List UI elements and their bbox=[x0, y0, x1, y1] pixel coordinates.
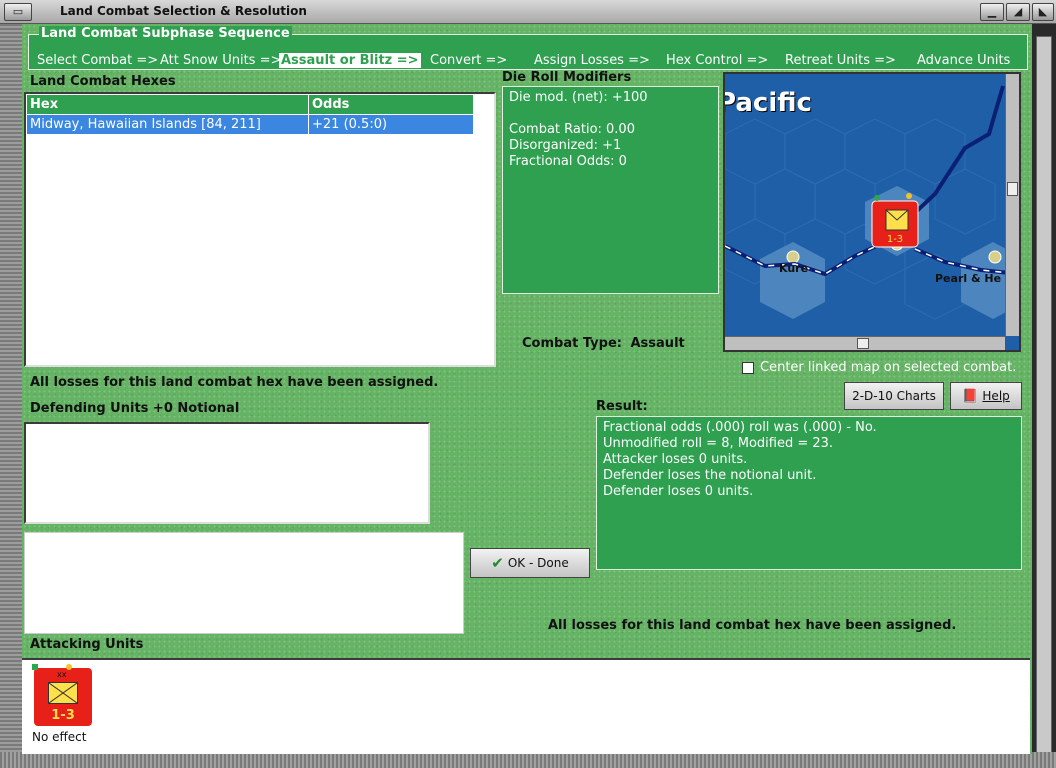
map-horizontal-scrollbar[interactable] bbox=[725, 336, 1005, 350]
unit-result-caption: No effect bbox=[32, 730, 87, 744]
seq-step-hex-control: Hex Control => bbox=[666, 53, 769, 68]
minimize-icon: ▁ bbox=[987, 5, 997, 18]
combat-hexes-table: Hex Odds Midway, Hawaiian Islands [84, 2… bbox=[26, 94, 474, 135]
modifier-line: Combat Ratio: 0.00 bbox=[509, 122, 635, 137]
attacking-units-list: xx 1-3 No effect bbox=[22, 658, 1030, 754]
window-frame-bottom bbox=[0, 752, 1056, 768]
center-map-option[interactable]: Center linked map on selected combat. bbox=[742, 360, 1016, 375]
combat-type-label: Combat Type: bbox=[522, 336, 622, 351]
center-map-checkbox[interactable] bbox=[742, 361, 754, 374]
unit-counter: xx 1-3 bbox=[34, 668, 92, 726]
losses-assigned-status-bottom: All losses for this land combat hex have… bbox=[548, 618, 957, 633]
subphase-sequence-title: Land Combat Subphase Sequence bbox=[39, 26, 292, 41]
map-place-kure: Kure bbox=[779, 262, 809, 275]
center-map-label: Center linked map on selected combat. bbox=[760, 360, 1017, 375]
help-button-label: Help bbox=[982, 389, 1010, 403]
window-title: Land Combat Selection & Resolution bbox=[60, 4, 307, 18]
column-header-odds[interactable]: Odds bbox=[308, 94, 474, 115]
result-line: Defender loses the notional unit. bbox=[603, 468, 817, 483]
combat-type: Combat Type: Assault bbox=[522, 336, 685, 351]
close-icon: ◣ bbox=[1038, 5, 1048, 18]
unit-supply-dot bbox=[66, 664, 72, 670]
die-roll-modifiers-title: Die Roll Modifiers bbox=[502, 70, 632, 85]
menu-icon: ▭ bbox=[12, 5, 24, 18]
maximize-button[interactable]: ◢ bbox=[1006, 3, 1030, 21]
map-vertical-thumb[interactable] bbox=[1007, 182, 1018, 196]
hex-cell[interactable]: Midway, Hawaiian Islands [84, 211] bbox=[26, 114, 309, 135]
defending-units-title: Defending Units +0 Notional bbox=[30, 401, 240, 416]
defending-units-list bbox=[24, 422, 430, 524]
seq-step-convert: Convert => bbox=[430, 53, 508, 68]
result-panel: Fractional odds (.000) roll was (.000) -… bbox=[596, 416, 1022, 570]
outer-scrollbar[interactable] bbox=[1036, 36, 1052, 756]
seq-step-retreat-units: Retreat Units => bbox=[785, 53, 896, 68]
defender-notional-list bbox=[24, 532, 464, 634]
charts-button[interactable]: 2-D-10 Charts bbox=[844, 382, 944, 410]
maximize-icon: ◢ bbox=[1013, 5, 1023, 18]
map-unit-strength: 1-3 bbox=[887, 234, 903, 245]
charts-button-label: 2-D-10 Charts bbox=[852, 389, 936, 403]
modifier-line: Disorganized: +1 bbox=[509, 138, 622, 153]
ok-done-label: OK - Done bbox=[507, 556, 569, 570]
seq-step-advance-units: Advance Units bbox=[917, 53, 1011, 68]
linked-map[interactable]: 1-3 Pacific Kure Pearl & He bbox=[723, 72, 1021, 352]
modifier-line: Die mod. (net): +100 bbox=[509, 90, 648, 105]
seq-step-assign-losses: Assign Losses => bbox=[534, 53, 650, 68]
unit-strength: 1-3 bbox=[51, 708, 75, 723]
window-frame-right bbox=[1032, 24, 1056, 768]
attacking-units-title: Attacking Units bbox=[30, 637, 144, 652]
modifier-line bbox=[509, 106, 712, 122]
combat-hexes-list: Hex Odds Midway, Hawaiian Islands [84, 2… bbox=[24, 92, 496, 367]
window-menu-button[interactable]: ▭ bbox=[4, 3, 32, 21]
odds-cell[interactable]: +21 (0.5:0) bbox=[308, 114, 474, 135]
checkmark-icon: ✔ bbox=[491, 554, 504, 572]
window-titlebar: ▭ Land Combat Selection & Resolution ▁ ◢… bbox=[0, 0, 1056, 24]
unit-status-dot bbox=[32, 664, 38, 670]
result-line: Fractional odds (.000) roll was (.000) -… bbox=[603, 420, 877, 435]
close-button[interactable]: ◣ bbox=[1032, 3, 1054, 21]
result-line: Unmodified roll = 8, Modified = 23. bbox=[603, 436, 834, 451]
seq-step-att-snow-units: Att Snow Units => bbox=[160, 53, 282, 68]
column-header-hex[interactable]: Hex bbox=[26, 94, 309, 115]
help-button[interactable]: 📕 Help bbox=[950, 382, 1022, 410]
subphase-sequence: Land Combat Subphase Sequence Select Com… bbox=[28, 26, 1028, 70]
infantry-icon bbox=[48, 682, 78, 704]
result-line: Defender loses 0 units. bbox=[603, 484, 754, 499]
table-row[interactable]: Midway, Hawaiian Islands [84, 211] +21 (… bbox=[26, 114, 474, 135]
seq-step-select-combat: Select Combat => bbox=[37, 53, 159, 68]
die-roll-modifiers-panel: Die mod. (net): +100 Combat Ratio: 0.00 … bbox=[502, 86, 719, 294]
combat-dialog: Land Combat Subphase Sequence Select Com… bbox=[22, 24, 1032, 754]
combat-hexes-title: Land Combat Hexes bbox=[30, 74, 176, 89]
map-vertical-scrollbar[interactable] bbox=[1005, 74, 1019, 336]
modifier-line: Fractional Odds: 0 bbox=[509, 154, 627, 169]
map-place-pearl: Pearl & He bbox=[935, 272, 1002, 285]
result-title: Result: bbox=[596, 399, 648, 414]
attacking-unit[interactable]: xx 1-3 No effect bbox=[28, 664, 98, 744]
losses-assigned-status: All losses for this land combat hex have… bbox=[30, 375, 439, 390]
window-frame-left bbox=[0, 24, 22, 768]
map-region-label: Pacific bbox=[723, 88, 812, 118]
minimize-button[interactable]: ▁ bbox=[980, 3, 1004, 21]
ok-done-button[interactable]: ✔ OK - Done bbox=[470, 548, 590, 578]
map-horizontal-thumb[interactable] bbox=[857, 338, 869, 349]
result-line: Attacker loses 0 units. bbox=[603, 452, 748, 467]
book-icon: 📕 bbox=[962, 388, 979, 404]
combat-type-value: Assault bbox=[630, 336, 685, 351]
seq-step-assault-or-blitz: Assault or Blitz => bbox=[279, 53, 421, 68]
unit-size-marker: xx bbox=[57, 670, 67, 679]
